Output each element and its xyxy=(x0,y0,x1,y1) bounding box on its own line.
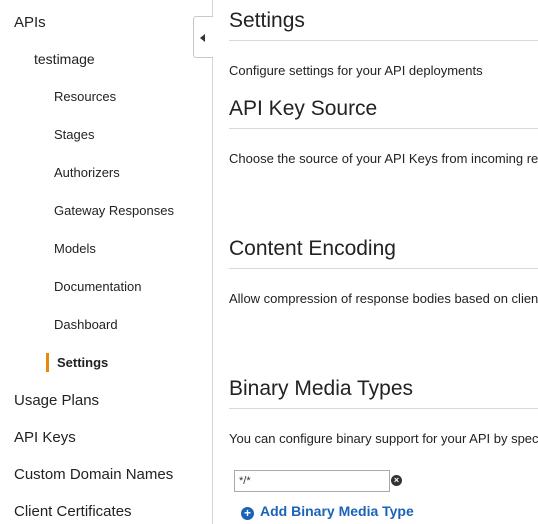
api-key-source-divider xyxy=(229,128,538,129)
sidebar-item-documentation[interactable]: Documentation xyxy=(54,279,141,294)
api-key-source-description: Choose the source of your API Keys from … xyxy=(229,151,538,166)
collapse-sidebar-button[interactable] xyxy=(193,16,213,58)
page-subtitle: Configure settings for your API deployme… xyxy=(229,63,483,78)
add-binary-media-type-link[interactable]: + Add Binary Media Type xyxy=(241,503,414,520)
sidebar-item-settings[interactable]: Settings xyxy=(57,355,108,370)
sidebar-item-authorizers[interactable]: Authorizers xyxy=(54,165,120,180)
sidebar-item-stages[interactable]: Stages xyxy=(54,127,94,142)
binary-media-types-divider xyxy=(229,408,538,409)
sidebar: APIs testimage Resources Stages Authoriz… xyxy=(0,0,213,524)
sidebar-item-dashboard[interactable]: Dashboard xyxy=(54,317,118,332)
chevron-left-icon xyxy=(200,34,205,42)
binary-media-types-description: You can configure binary support for you… xyxy=(229,431,538,446)
sidebar-item-resources[interactable]: Resources xyxy=(54,89,116,104)
sidebar-item-custom-domain-names[interactable]: Custom Domain Names xyxy=(14,466,173,483)
content-encoding-heading: Content Encoding xyxy=(229,237,396,260)
sidebar-item-api-keys[interactable]: API Keys xyxy=(14,429,76,446)
api-key-source-heading: API Key Source xyxy=(229,97,378,120)
sidebar-item-models[interactable]: Models xyxy=(54,241,96,256)
sidebar-item-client-certificates[interactable]: Client Certificates xyxy=(14,503,132,520)
content-encoding-divider xyxy=(229,268,538,269)
sidebar-item-api-testimage[interactable]: testimage xyxy=(34,51,95,67)
settings-panel: Settings Configure settings for your API… xyxy=(212,0,538,524)
active-indicator xyxy=(46,353,49,372)
binary-media-types-heading: Binary Media Types xyxy=(229,377,414,400)
sidebar-item-gateway-responses[interactable]: Gateway Responses xyxy=(54,203,174,218)
binary-media-type-input[interactable] xyxy=(234,470,390,492)
content-encoding-description: Allow compression of response bodies bas… xyxy=(229,291,538,306)
sidebar-item-apis[interactable]: APIs xyxy=(14,14,46,31)
page-title: Settings xyxy=(229,9,305,32)
remove-media-type-icon[interactable]: × xyxy=(391,475,402,486)
title-divider xyxy=(229,40,538,41)
add-binary-media-type-label: Add Binary Media Type xyxy=(260,503,414,519)
sidebar-item-usage-plans[interactable]: Usage Plans xyxy=(14,392,99,409)
plus-circle-icon: + xyxy=(241,507,254,520)
